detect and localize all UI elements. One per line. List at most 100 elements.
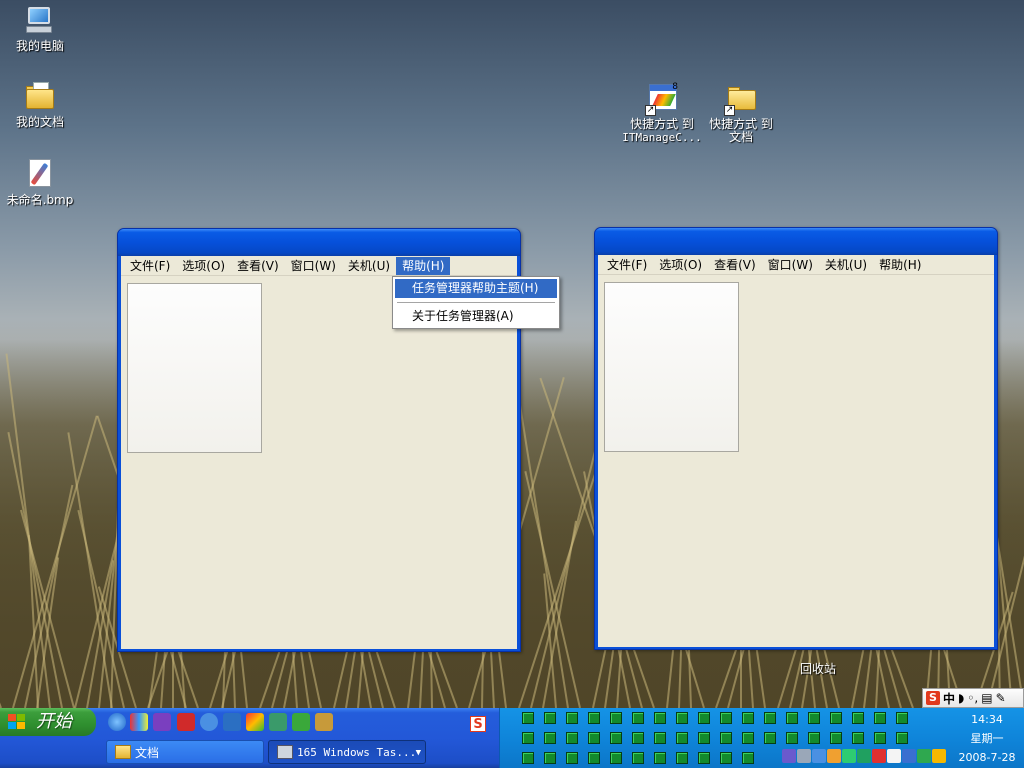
desktop-icon-recycle-bin[interactable]: 回收站 — [784, 660, 852, 677]
ie-icon[interactable] — [108, 713, 126, 731]
menu-view[interactable]: 查看(V) — [708, 256, 762, 274]
tray-app-icon[interactable] — [852, 732, 864, 744]
tray-app-icon[interactable] — [610, 752, 622, 764]
start-button[interactable]: 开始 — [0, 708, 96, 736]
tray-app-icon[interactable] — [522, 712, 534, 724]
green-app-icon[interactable] — [269, 713, 287, 731]
messenger-icon[interactable] — [827, 749, 841, 763]
tray-app-icon[interactable] — [588, 712, 600, 724]
umbrella-icon[interactable] — [932, 749, 946, 763]
tray-app-icon[interactable] — [720, 712, 732, 724]
green-shield-icon[interactable] — [917, 749, 931, 763]
ime-toolbar[interactable]: S 中 ◗ ◦, ▤ ✎ — [922, 688, 1024, 708]
tray-app-icon[interactable] — [742, 732, 754, 744]
desktop-icon-untitled-bmp[interactable]: 未命名.bmp — [0, 158, 80, 207]
menu-view[interactable]: 查看(V) — [231, 257, 285, 275]
tray-app-icon[interactable] — [808, 732, 820, 744]
tray-app-icon[interactable] — [654, 752, 666, 764]
tray-app-icon[interactable] — [522, 732, 534, 744]
task-manager-window-right[interactable]: 文件(F) 选项(O) 查看(V) 窗口(W) 关机(U) 帮助(H) — [594, 227, 998, 650]
sogou-taskbar-icon[interactable]: S — [470, 716, 486, 732]
menu-window[interactable]: 窗口(W) — [762, 256, 819, 274]
desktop-icon-my-documents[interactable]: 我的文档 — [0, 80, 80, 129]
shield-red-icon[interactable] — [872, 749, 886, 763]
tray-app-icon[interactable] — [654, 712, 666, 724]
red-app-icon[interactable] — [177, 713, 195, 731]
tray-app-icon[interactable] — [742, 712, 754, 724]
tray-app-icon[interactable] — [676, 712, 688, 724]
tray-app-icon[interactable] — [786, 712, 798, 724]
menu-help[interactable]: 帮助(H) — [396, 256, 451, 275]
menu-item-about[interactable]: 关于任务管理器(A) — [395, 307, 557, 326]
tray-app-icon[interactable] — [632, 732, 644, 744]
tray-app-icon[interactable] — [874, 712, 886, 724]
menu-file[interactable]: 文件(F) — [124, 257, 176, 275]
tray-app-icon[interactable] — [808, 712, 820, 724]
tray-app-icon[interactable] — [588, 752, 600, 764]
tray-app-icon[interactable] — [720, 732, 732, 744]
tray-app-icon[interactable] — [544, 752, 556, 764]
tray-app-icon[interactable] — [566, 732, 578, 744]
network-icon[interactable] — [782, 749, 796, 763]
menu-window[interactable]: 窗口(W) — [285, 257, 342, 275]
content-panel[interactable] — [127, 283, 262, 453]
content-panel[interactable] — [604, 282, 739, 452]
menu-shutdown[interactable]: 关机(U) — [819, 256, 873, 274]
tray-app-icon[interactable] — [896, 732, 908, 744]
tray-app-icon[interactable] — [654, 732, 666, 744]
tray-app-icon[interactable] — [830, 712, 842, 724]
desktop-icon-shortcut-docs[interactable]: ↗ 快捷方式 到 文档 — [701, 82, 781, 144]
desktop-icon-shortcut-itmanage[interactable]: 8 ↗ 快捷方式 到 ITManageC... — [622, 82, 702, 144]
notepad-icon[interactable] — [887, 749, 901, 763]
tray-app-icon[interactable] — [698, 712, 710, 724]
tray-app-icon[interactable] — [764, 732, 776, 744]
window-titlebar[interactable] — [118, 229, 520, 256]
m-app-icon[interactable] — [200, 713, 218, 731]
tray-app-icon[interactable] — [852, 712, 864, 724]
menu-item-help-topics[interactable]: 任务管理器帮助主题(H) — [395, 279, 557, 298]
window-titlebar[interactable] — [595, 228, 997, 255]
ime-punct-icon[interactable]: ◦, — [967, 691, 978, 705]
tray-app-icon[interactable] — [786, 732, 798, 744]
tray-app-icon[interactable] — [566, 752, 578, 764]
tray-app-icon[interactable] — [742, 752, 754, 764]
tray-app-icon[interactable] — [698, 752, 710, 764]
group-dropdown-icon[interactable]: ▼ — [416, 741, 421, 763]
security-icon[interactable] — [902, 749, 916, 763]
tray-app-icon[interactable] — [610, 712, 622, 724]
speaker-icon[interactable] — [797, 749, 811, 763]
tray-app-icon[interactable] — [544, 732, 556, 744]
tray-app-icon[interactable] — [698, 732, 710, 744]
hex-editor-icon[interactable] — [153, 713, 171, 731]
ime-keyboard-icon[interactable]: ▤ — [981, 691, 992, 705]
tray-app-icon[interactable] — [830, 732, 842, 744]
tray-app-icon[interactable] — [632, 752, 644, 764]
tool-app-icon[interactable] — [315, 713, 333, 731]
menu-shutdown[interactable]: 关机(U) — [342, 257, 396, 275]
chat-icon[interactable] — [842, 749, 856, 763]
tray-app-icon[interactable] — [676, 732, 688, 744]
antivirus-icon[interactable] — [857, 749, 871, 763]
menu-options[interactable]: 选项(O) — [176, 257, 231, 275]
tray-app-icon[interactable] — [764, 712, 776, 724]
ime-moon-icon[interactable]: ◗ — [958, 691, 964, 705]
arrow-app-icon[interactable] — [292, 713, 310, 731]
tray-app-icon[interactable] — [676, 752, 688, 764]
capture-icon[interactable] — [223, 713, 241, 731]
menu-file[interactable]: 文件(F) — [601, 256, 653, 274]
menu-help[interactable]: 帮助(H) — [873, 256, 927, 274]
menu-options[interactable]: 选项(O) — [653, 256, 708, 274]
tray-app-icon[interactable] — [632, 712, 644, 724]
desktop-icon-my-computer[interactable]: 我的电脑 — [0, 4, 80, 53]
tray-app-icon[interactable] — [544, 712, 556, 724]
taskbar-button-docs[interactable]: 文档 — [106, 740, 264, 764]
ime-mode-toggle[interactable]: 中 — [943, 690, 955, 707]
taskbar-button-task-manager[interactable]: 165 Windows Tas... ▼ — [268, 740, 426, 764]
globe-icon[interactable] — [812, 749, 826, 763]
tray-app-icon[interactable] — [566, 712, 578, 724]
tray-app-icon[interactable] — [874, 732, 886, 744]
media-icon[interactable] — [130, 713, 148, 731]
ime-settings-icon[interactable]: ✎ — [996, 691, 1006, 705]
itmanage-quick-icon[interactable] — [246, 713, 264, 731]
tray-clock[interactable]: 14:34 星期一 2008-7-28 — [950, 710, 1024, 767]
